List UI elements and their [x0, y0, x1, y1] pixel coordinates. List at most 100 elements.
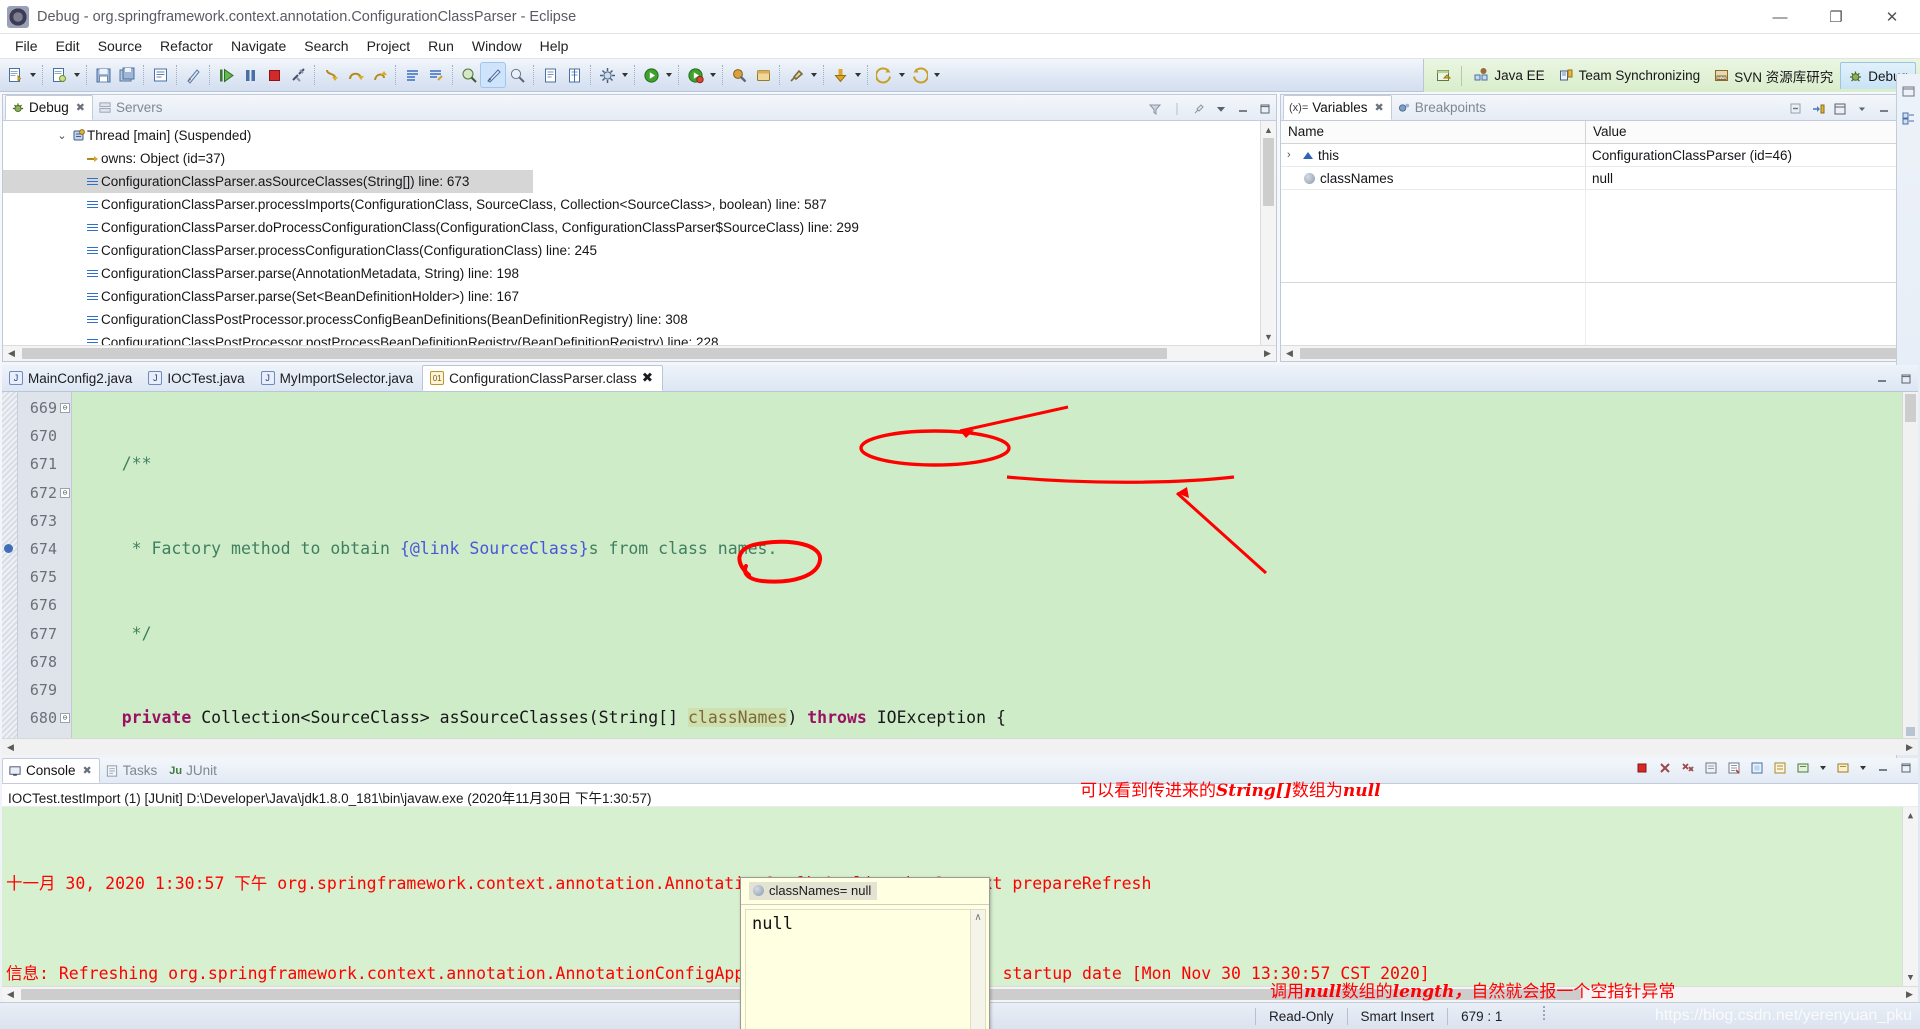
stack-frame-row[interactable]: ConfigurationClassParser.processImports(…	[3, 193, 1276, 216]
filter-icon[interactable]	[1146, 100, 1163, 117]
new-wizard-icon[interactable]	[3, 63, 27, 87]
hover-popup-entry[interactable]: classNames= null	[749, 882, 878, 900]
fold-icon[interactable]: ⊖	[60, 713, 70, 724]
tab-servers[interactable]: Servers	[93, 95, 170, 120]
scroll-left-icon[interactable]: ◀	[3, 348, 20, 359]
annotation-ruler[interactable]	[2, 392, 18, 738]
console-vertical-scrollbar[interactable]: ▲ ▼	[1902, 807, 1918, 986]
scroll-up-icon[interactable]: ▲	[1261, 121, 1277, 138]
step-over-icon[interactable]	[343, 63, 367, 87]
close-button[interactable]: ✕	[1864, 0, 1920, 34]
debug-configurations-dropdown-icon[interactable]	[619, 63, 630, 87]
forward-icon[interactable]	[907, 63, 931, 87]
menu-window[interactable]: Window	[463, 36, 531, 56]
save-icon[interactable]	[91, 63, 115, 87]
variables-horizontal-scrollbar[interactable]: ◀ ▶	[1281, 345, 1917, 361]
stack-frame-row[interactable]: ConfigurationClassParser.doProcessConfig…	[3, 216, 1276, 239]
scroll-left-icon[interactable]: ◀	[1281, 348, 1298, 359]
minimize-editor-icon[interactable]	[1873, 370, 1890, 387]
open-perspective-icon[interactable]	[1430, 64, 1456, 88]
menu-file[interactable]: File	[6, 36, 47, 56]
menu-edit[interactable]: Edit	[47, 36, 89, 56]
tab-junit[interactable]: Ju JUnit	[164, 758, 224, 783]
pin-console-icon[interactable]	[1748, 760, 1765, 777]
remove-launch-icon[interactable]	[1656, 760, 1673, 777]
variable-row-classnames[interactable]: classNames null	[1281, 167, 1917, 190]
toggle-breakpoint-icon[interactable]	[400, 63, 424, 87]
tab-tasks[interactable]: Tasks	[100, 758, 165, 783]
stack-frame-row[interactable]: ConfigurationClassParser.parse(Annotatio…	[3, 262, 1276, 285]
next-annotation-icon[interactable]	[538, 63, 562, 87]
scroll-up-icon[interactable]: ▲	[1903, 807, 1919, 824]
close-icon[interactable]: ✖	[76, 101, 85, 114]
open-console-dropdown-icon[interactable]	[1817, 756, 1828, 780]
scroll-right-icon[interactable]: ▶	[1901, 742, 1918, 753]
stack-frame-row[interactable]: ConfigurationClassParser.parse(Set<BeanD…	[3, 285, 1276, 308]
editor-vertical-scrollbar[interactable]	[1902, 392, 1918, 738]
menu-run[interactable]: Run	[419, 36, 463, 56]
resume-icon[interactable]	[214, 63, 238, 87]
previous-annotation-icon[interactable]	[562, 63, 586, 87]
tab-debug[interactable]: Debug ✖	[5, 95, 94, 120]
code-text[interactable]: /** * Factory method to obtain {@link So…	[72, 392, 1918, 738]
menu-help[interactable]: Help	[531, 36, 578, 56]
debug-vertical-scrollbar[interactable]: ▲ ▼	[1260, 121, 1276, 345]
new-java-class-icon[interactable]	[47, 63, 71, 87]
fold-icon[interactable]: ⊖	[60, 487, 70, 498]
layout-icon[interactable]	[1831, 100, 1848, 117]
pin-editor-dropdown-icon[interactable]	[808, 63, 819, 87]
menu-navigate[interactable]: Navigate	[222, 36, 295, 56]
editor-tab-myimportselector[interactable]: J MyImportSelector.java	[254, 365, 423, 391]
minimize-button[interactable]: —	[1752, 0, 1808, 34]
scroll-thumb[interactable]	[1300, 348, 1898, 359]
view-menu-icon[interactable]	[1212, 100, 1229, 117]
open-type-icon[interactable]	[457, 63, 481, 87]
status-insert-mode[interactable]: Smart Insert	[1348, 1009, 1448, 1024]
restore-view-icon[interactable]	[1901, 84, 1916, 102]
terminate-console-icon[interactable]	[1633, 760, 1650, 777]
tab-console[interactable]: Console ✖	[2, 758, 100, 783]
save-all-icon[interactable]	[115, 63, 139, 87]
perspective-java-ee[interactable]: Java EE	[1467, 62, 1551, 89]
minimize-view-icon[interactable]	[1875, 100, 1892, 117]
display-selected-console-icon[interactable]	[1771, 760, 1788, 777]
tab-variables[interactable]: (x)= Variables ✖	[1283, 95, 1392, 120]
run-dropdown-icon[interactable]	[663, 63, 674, 87]
hover-popup-vscrollbar[interactable]: ∧ ∨	[970, 910, 985, 1029]
scroll-thumb[interactable]	[22, 348, 1167, 359]
debug-hover-popup[interactable]: classNames= null null ∧ ∨ ‹ ›	[740, 877, 990, 1029]
perspective-svn[interactable]: SVN SVN 资源库研究	[1707, 62, 1840, 89]
step-return-icon[interactable]	[367, 63, 391, 87]
debug-icon[interactable]	[683, 63, 707, 87]
run-icon[interactable]	[639, 63, 663, 87]
show-logical-structure-icon[interactable]	[1809, 100, 1826, 117]
stack-frame-row[interactable]: ConfigurationClassParser.processConfigur…	[3, 239, 1276, 262]
expand-twisty-icon[interactable]: ⌄	[55, 129, 69, 142]
scroll-up-icon[interactable]: ∧	[974, 912, 981, 923]
menu-refactor[interactable]: Refactor	[151, 36, 222, 56]
scroll-left-icon[interactable]: ◀	[2, 742, 19, 753]
minimize-console-icon[interactable]	[1874, 760, 1891, 777]
monitor-row[interactable]: owns: Object (id=37)	[3, 147, 1276, 170]
forward-dropdown-icon[interactable]	[931, 63, 942, 87]
debug-dropdown-icon[interactable]	[707, 63, 718, 87]
remove-all-terminated-icon[interactable]	[1679, 760, 1696, 777]
stack-frame-row[interactable]: ConfigurationClassPostProcessor.postProc…	[3, 331, 1276, 345]
debug-horizontal-scrollbar[interactable]: ◀ ▶	[3, 345, 1276, 361]
fold-icon[interactable]: ⊖	[60, 403, 70, 413]
maximize-button[interactable]: ❐	[1808, 0, 1864, 34]
collapse-all-icon[interactable]	[1787, 100, 1804, 117]
open-console-icon[interactable]	[1794, 760, 1811, 777]
scroll-left-icon[interactable]: ◀	[2, 989, 19, 1000]
scroll-down-icon[interactable]: ▼	[1261, 328, 1277, 345]
close-icon[interactable]: ✖	[83, 764, 92, 777]
suspend-icon[interactable]	[238, 63, 262, 87]
download-dropdown-icon[interactable]	[852, 63, 863, 87]
editor-horizontal-scrollbar[interactable]: ◀ ▶	[2, 738, 1918, 755]
scroll-right-icon[interactable]: ▶	[1259, 348, 1276, 359]
java-editor-icon[interactable]	[480, 62, 506, 88]
close-icon[interactable]: ✖	[1375, 101, 1384, 114]
outline-view-icon[interactable]	[1901, 111, 1916, 129]
editor-tab-mainconfig2[interactable]: J MainConfig2.java	[2, 365, 141, 391]
download-icon[interactable]	[828, 63, 852, 87]
